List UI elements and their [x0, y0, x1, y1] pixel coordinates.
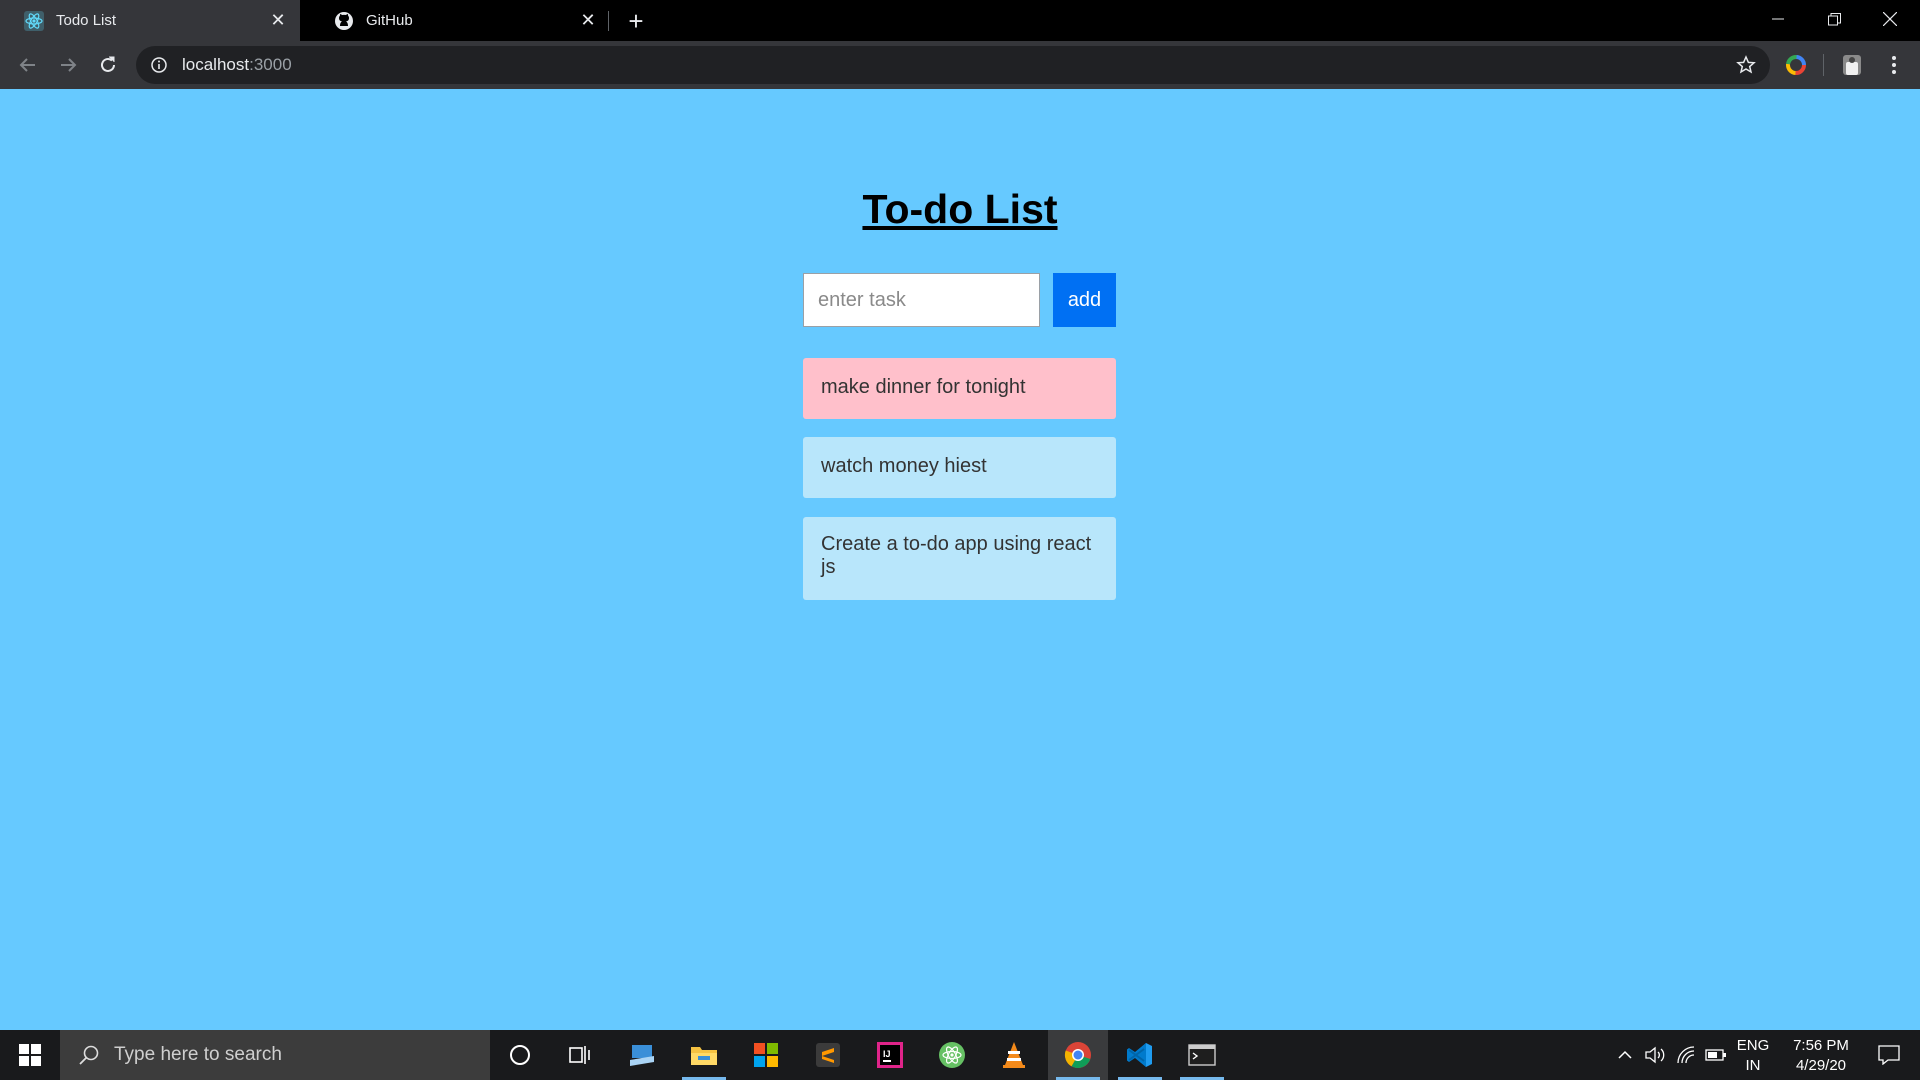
tab-todo-list[interactable]: Todo List ✕ [0, 0, 300, 41]
search-icon [79, 1045, 99, 1065]
wifi-icon[interactable] [1673, 1030, 1699, 1080]
intellij-icon[interactable]: IJ [860, 1030, 920, 1080]
new-tab-button[interactable]: + [622, 8, 650, 36]
date-label: 4/29/20 [1795, 1057, 1847, 1074]
file-explorer-icon[interactable] [674, 1030, 734, 1080]
svg-text:IJ: IJ [883, 1049, 891, 1059]
close-window-button[interactable] [1862, 0, 1918, 38]
minimize-button[interactable] [1750, 0, 1806, 38]
language-indicator[interactable]: ENG IN [1735, 1036, 1771, 1076]
minimize-icon [1772, 18, 1784, 20]
action-center-button[interactable] [1864, 1030, 1914, 1080]
show-hidden-icons-button[interactable] [1612, 1030, 1638, 1080]
close-icon [1883, 12, 1897, 26]
microsoft-store-icon[interactable] [736, 1030, 796, 1080]
close-icon[interactable]: ✕ [578, 10, 598, 31]
toolbar-divider [1823, 54, 1824, 76]
tab-github[interactable]: GitHub ✕ [310, 0, 610, 41]
more-menu-icon[interactable] [1880, 51, 1908, 79]
forward-button[interactable] [54, 51, 82, 79]
region-label: IN [1745, 1057, 1761, 1074]
search-placeholder: Type here to search [114, 1044, 282, 1065]
terminal-icon[interactable] [1172, 1030, 1232, 1080]
tab-title: Todo List [56, 12, 117, 29]
chevron-up-icon [1618, 1050, 1632, 1059]
todo-item[interactable]: watch money hiest [803, 437, 1116, 498]
profile-avatar-icon[interactable] [1838, 51, 1866, 79]
language-label: ENG [1736, 1037, 1770, 1054]
vlc-icon[interactable] [984, 1030, 1044, 1080]
add-task-button[interactable]: add [1053, 273, 1116, 327]
sublime-text-icon[interactable] [798, 1030, 858, 1080]
vscode-icon[interactable] [1110, 1030, 1170, 1080]
url-host: localhost [182, 55, 250, 74]
extension-color-icon[interactable] [1782, 51, 1810, 79]
github-icon [334, 11, 354, 31]
clock[interactable]: 7:56 PM 4/29/20 [1778, 1036, 1864, 1076]
task-view-icon[interactable] [550, 1030, 610, 1080]
back-button[interactable] [14, 51, 42, 79]
cortana-icon[interactable] [490, 1030, 550, 1080]
forward-arrow-icon [61, 58, 77, 72]
todo-item[interactable]: Create a to-do app using react js [803, 517, 1116, 600]
url-port: :3000 [249, 55, 292, 74]
react-icon [24, 10, 44, 31]
start-button[interactable] [0, 1030, 60, 1080]
tab-title: GitHub [366, 12, 413, 29]
reload-button[interactable] [94, 51, 122, 79]
task-input[interactable] [803, 273, 1040, 327]
taskbar-search-box[interactable]: Type here to search [60, 1030, 490, 1080]
battery-icon[interactable] [1703, 1030, 1729, 1080]
address-bar[interactable]: localhost:3000 [136, 46, 1770, 84]
bookmark-star-icon[interactable] [1736, 55, 1756, 75]
browser-tab-strip: Todo List ✕ GitHub ✕ + [0, 0, 1920, 41]
close-icon[interactable]: ✕ [268, 10, 288, 31]
restore-button[interactable] [1806, 0, 1862, 38]
todo-item[interactable]: make dinner for tonight [803, 358, 1116, 419]
back-arrow-icon [19, 58, 35, 72]
chrome-icon[interactable] [1048, 1030, 1108, 1080]
browser-toolbar: localhost:3000 [0, 41, 1920, 89]
windows-taskbar: Type here to search IJ ENG IN 7:56 PM 4/… [0, 1030, 1920, 1080]
reload-icon [101, 56, 115, 72]
restore-icon [1827, 12, 1841, 25]
atom-icon[interactable] [922, 1030, 982, 1080]
time-label: 7:56 PM [1793, 1037, 1849, 1054]
tab-divider [608, 11, 609, 31]
remote-desktop-icon[interactable] [612, 1030, 672, 1080]
windows-logo-icon [19, 1044, 41, 1066]
notification-icon [1878, 1045, 1900, 1065]
info-icon[interactable] [150, 56, 168, 74]
volume-icon[interactable] [1642, 1030, 1668, 1080]
page-title: To-do List [862, 186, 1058, 232]
